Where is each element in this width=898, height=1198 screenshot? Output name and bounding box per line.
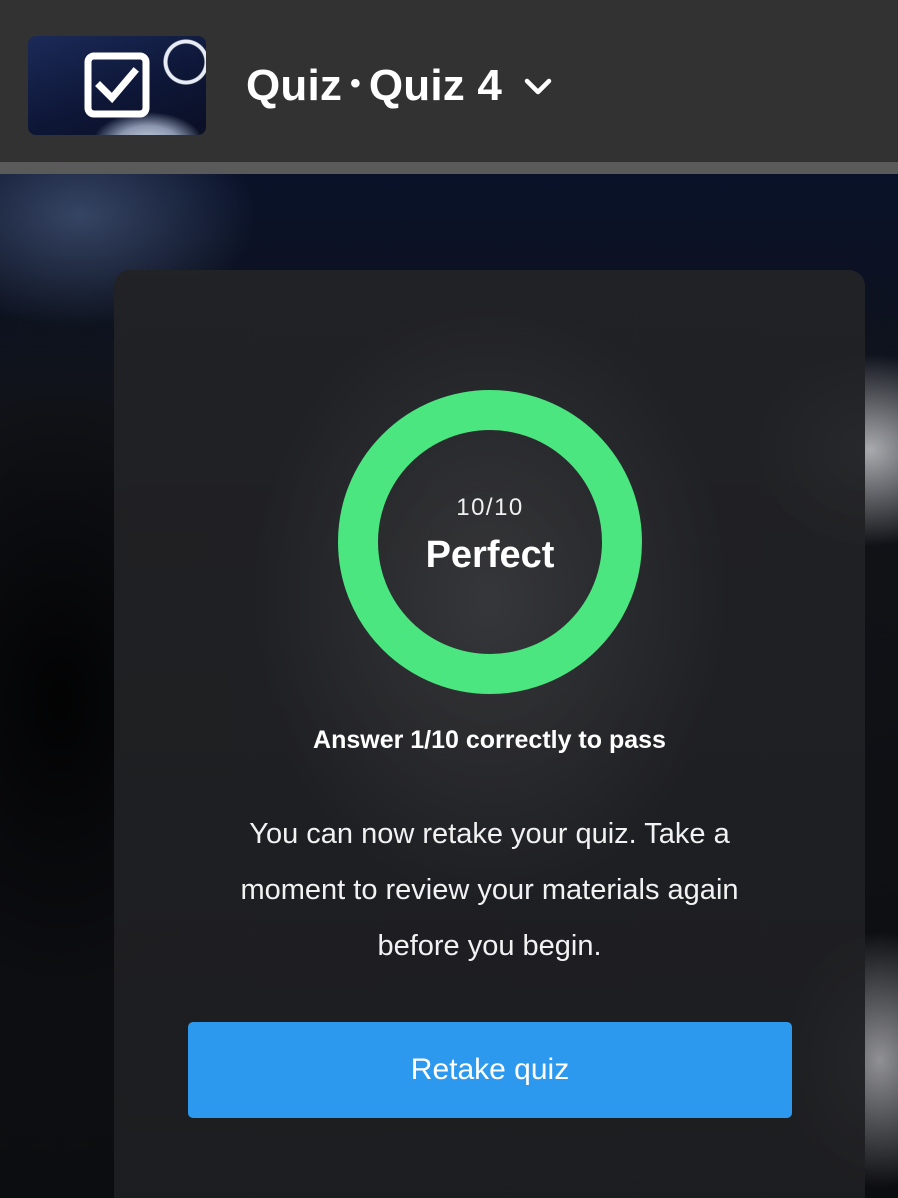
retake-quiz-button[interactable]: Retake quiz [188, 1022, 792, 1118]
quiz-result-card: 10/10 Perfect Answer 1/10 correctly to p… [114, 270, 865, 1198]
quiz-title-dropdown[interactable]: Quiz • Quiz 4 [246, 56, 554, 116]
chevron-down-icon[interactable] [522, 70, 554, 102]
pass-requirement: Answer 1/10 correctly to pass [313, 726, 666, 754]
title-separator: • [350, 67, 361, 100]
score-label: Perfect [425, 533, 555, 576]
checkbox-check-icon [84, 52, 150, 118]
app-header: Quiz • Quiz 4 [0, 0, 898, 162]
quiz-section-label: Quiz [246, 61, 343, 110]
retake-description: You can now retake your quiz. Take a mom… [240, 818, 739, 962]
quiz-name-label: Quiz 4 [368, 61, 503, 110]
score-fraction: 10/10 [456, 493, 524, 521]
quiz-thumbnail[interactable] [28, 36, 206, 135]
header-divider [0, 162, 898, 174]
score-display: 10/10 Perfect [338, 390, 642, 694]
